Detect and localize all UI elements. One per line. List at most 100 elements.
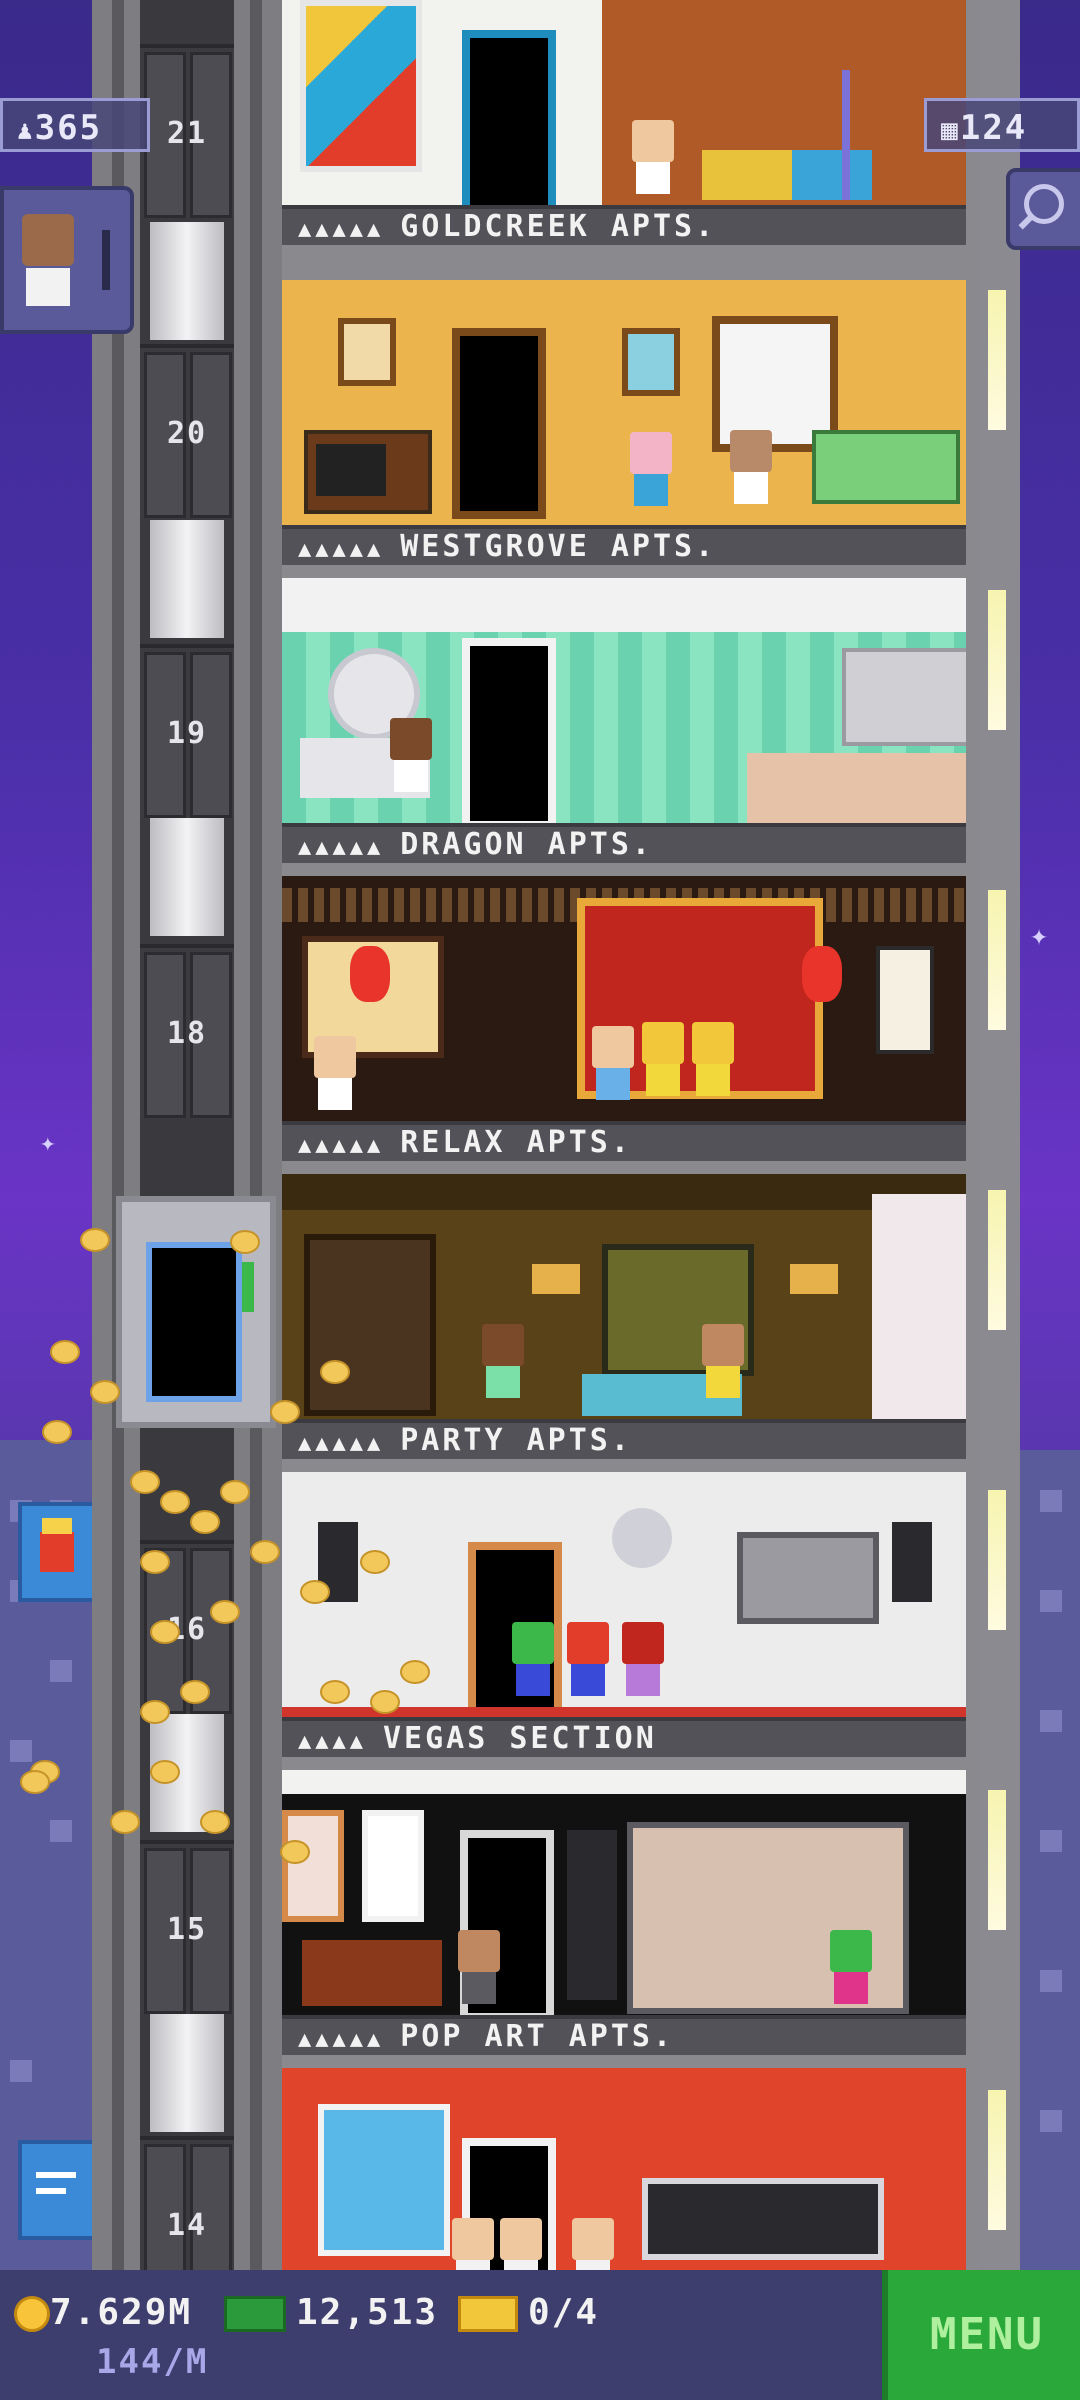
resident[interactable]: [512, 1622, 554, 1696]
floor-number: 19: [166, 716, 208, 751]
couch-icon: [302, 1940, 442, 2006]
floor-number: 18: [166, 1016, 208, 1051]
floor-relax[interactable]: ▲▲▲▲▲ RELAX APTS.: [282, 876, 966, 1161]
floor-pop-art[interactable]: ▲▲▲▲▲ POP ART APTS.: [282, 1770, 966, 2055]
floor-name: PARTY APTS.: [400, 1423, 632, 1458]
tower-right-wall: [978, 0, 1020, 2270]
menu-button[interactable]: MENU: [882, 2270, 1080, 2400]
speaker-icon: [567, 1830, 617, 2000]
coin-icon: [14, 2296, 50, 2332]
resident[interactable]: [692, 1022, 734, 1096]
fish-tank: [642, 2178, 884, 2260]
tv-icon: [737, 1532, 879, 1624]
building-icon: ▦: [941, 113, 960, 146]
stars-rating: ▲▲▲▲▲: [298, 2027, 385, 2052]
floor-westgrove[interactable]: ▲▲▲▲▲ WESTGROVE APTS.: [282, 280, 966, 565]
bux-icon: [224, 2296, 286, 2332]
floor-name: RELAX APTS.: [400, 1125, 632, 1160]
floor-party[interactable]: ▲▲▲▲▲ PARTY APTS.: [282, 1174, 966, 1459]
floor-number: 20: [166, 416, 208, 451]
pendant-lamp-icon: [790, 1264, 838, 1294]
ticket-icon: [458, 2296, 518, 2332]
floors-value: 124: [959, 108, 1028, 148]
scroll-icon: [876, 946, 934, 1054]
lantern-icon: [802, 946, 842, 1002]
stars-rating: ▲▲▲▲▲: [298, 1431, 385, 1456]
search-button[interactable]: [1006, 168, 1080, 250]
elevator-shaft[interactable]: 21 20 19 18 16 15 14: [92, 0, 282, 2310]
person-icon: ♟: [17, 116, 35, 146]
floor-dragon[interactable]: ▲▲▲▲▲ DRAGON APTS.: [282, 578, 966, 863]
shaft-floor-20: 20: [140, 344, 234, 518]
resident[interactable]: [482, 1324, 524, 1398]
resident[interactable]: [702, 1324, 744, 1398]
stars-rating: ▲▲▲▲▲: [298, 1133, 385, 1158]
pendant-lamp-icon: [532, 1264, 580, 1294]
stars-rating: ▲▲▲▲▲: [298, 835, 385, 860]
resident[interactable]: [642, 1022, 684, 1096]
twinkle-star-icon: ✦: [40, 1128, 56, 1158]
avatar: [22, 214, 74, 266]
resident[interactable]: [572, 2218, 614, 2270]
speaker-icon: [892, 1522, 932, 1602]
poster-frame: [282, 1810, 344, 1922]
tv-icon: [304, 430, 432, 514]
shaft-floor-21: 21: [140, 44, 234, 218]
pop-art-frame: [318, 2104, 450, 2256]
portrait-frame: [338, 318, 396, 386]
population-counter[interactable]: ♟365: [0, 98, 150, 152]
shaft-floor-18: 18: [140, 944, 234, 1118]
floor-name: WESTGROVE APTS.: [400, 529, 717, 564]
kitchen-counter: [747, 753, 966, 823]
tickets-display[interactable]: 0/4: [458, 2292, 599, 2333]
bux-display[interactable]: 12,513: [224, 2292, 438, 2333]
portrait-frame: [622, 328, 680, 396]
sofa-icon: [812, 430, 960, 504]
bux-value: 12,513: [296, 2292, 439, 2333]
stars-rating: ▲▲▲▲: [298, 1729, 367, 1754]
floor-number: 14: [166, 2208, 208, 2243]
floor-name: POP ART APTS.: [400, 2019, 675, 2054]
sign-billboard: [18, 2140, 96, 2240]
floor-number: 15: [166, 1912, 208, 1947]
lantern-icon: [350, 946, 390, 1002]
resident[interactable]: [500, 2218, 542, 2270]
tower: ▲▲▲▲▲ GOLDCREEK APTS. ▲▲▲▲▲ WESTGROVE APTS…: [282, 0, 982, 2270]
fries-billboard: [18, 1502, 96, 1602]
resident[interactable]: [567, 1622, 609, 1696]
resident[interactable]: [592, 1026, 634, 1100]
background-building-right: [1020, 1450, 1080, 2270]
floor-lamp-icon: [842, 70, 850, 200]
resident[interactable]: [630, 432, 672, 506]
resident[interactable]: [830, 1930, 872, 2004]
abstract-painting: [300, 0, 422, 172]
bitizen-avatar-button[interactable]: [0, 186, 134, 334]
stars-rating: ▲▲▲▲▲: [298, 537, 385, 562]
shaft-floor-19: 19: [140, 644, 234, 818]
resident[interactable]: [632, 120, 674, 194]
coins-value: 7.629M: [50, 2292, 193, 2333]
floor-number: 21: [166, 116, 208, 151]
resident[interactable]: [390, 718, 432, 792]
cabinet-icon: [842, 648, 966, 746]
resident[interactable]: [314, 1036, 356, 1110]
floors-counter[interactable]: ▦124: [924, 98, 1080, 152]
twinkle-star-icon: ✦: [1030, 918, 1049, 953]
coins-rate: 144/M: [96, 2342, 209, 2382]
population-value: 365: [34, 108, 103, 148]
coins-display[interactable]: 7.629M: [14, 2292, 192, 2333]
floor-goldcreek[interactable]: ▲▲▲▲▲ GOLDCREEK APTS.: [282, 0, 966, 245]
tickets-value: 0/4: [528, 2292, 600, 2333]
resident[interactable]: [452, 2218, 494, 2270]
shaft-floor-15: 15: [140, 1840, 234, 2014]
poster-frame: [362, 1810, 424, 1922]
resident[interactable]: [458, 1930, 500, 2004]
shoji-screen: [304, 1234, 436, 1416]
resident[interactable]: [622, 1622, 664, 1696]
mirror-ball-icon: [612, 1508, 672, 1568]
resident[interactable]: [730, 430, 772, 504]
floor-name: VEGAS SECTION: [382, 1721, 657, 1756]
floor-name: GOLDCREEK APTS.: [400, 209, 717, 244]
floor-name: DRAGON APTS.: [400, 827, 653, 862]
stars-rating: ▲▲▲▲▲: [298, 217, 385, 242]
